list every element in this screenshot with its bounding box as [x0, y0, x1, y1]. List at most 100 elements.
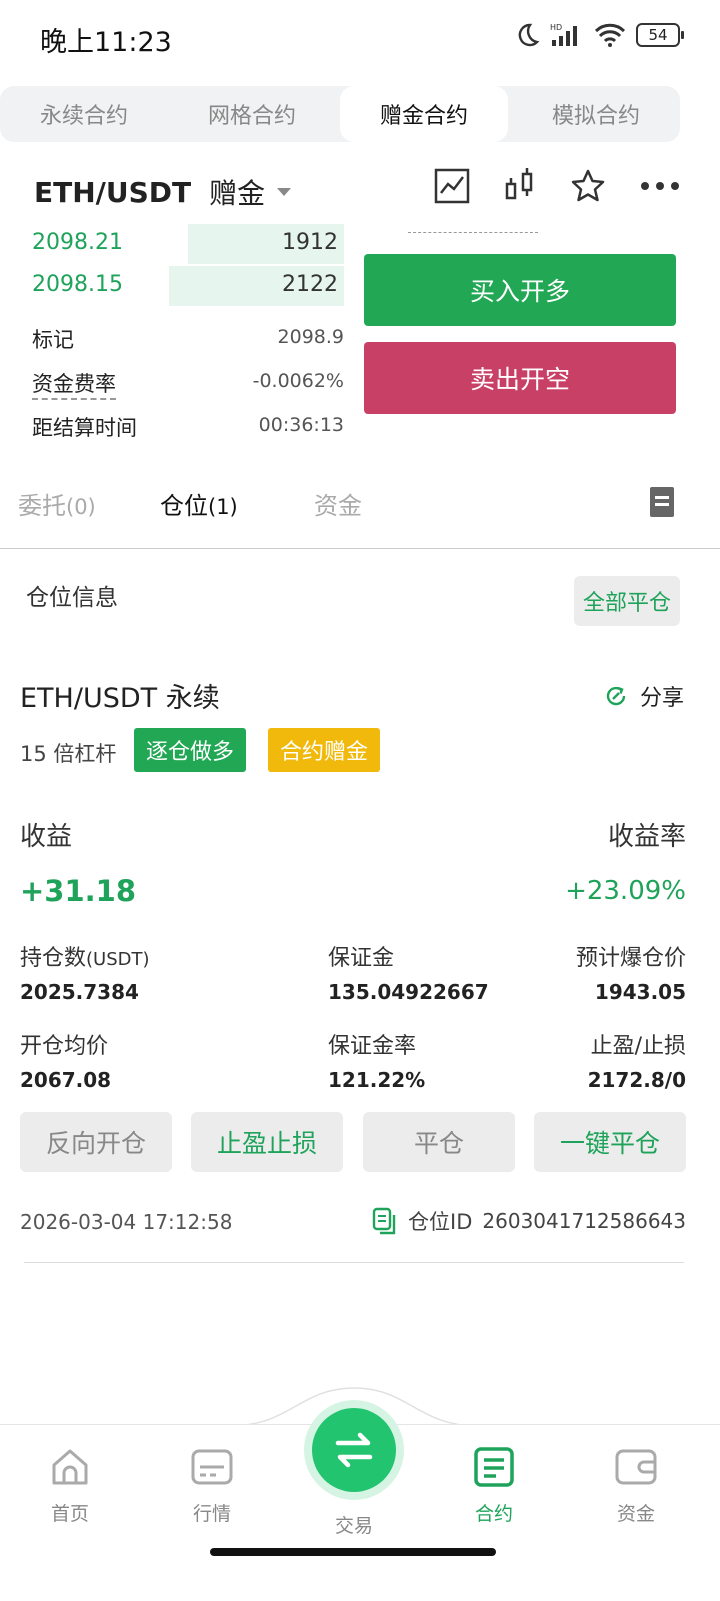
- nav-contract-label: 合约: [474, 1503, 513, 1525]
- position-symbol: ETH/USDT 永续: [20, 683, 220, 714]
- tab-demo[interactable]: 模拟合约: [512, 86, 680, 142]
- share-label: 分享: [640, 686, 685, 711]
- share-icon: [606, 686, 626, 706]
- funding-rate-row: 资金费率 -0.0062%: [32, 368, 344, 400]
- candlestick-icon[interactable]: [504, 168, 536, 204]
- tab-bonus[interactable]: 赠金合约: [340, 86, 508, 142]
- nav-market-label: 行情: [192, 1503, 231, 1525]
- chart-icon[interactable]: [434, 168, 470, 204]
- copy-icon: [372, 1207, 396, 1235]
- tab-positions-label: 仓位: [160, 492, 208, 520]
- nav-contract[interactable]: 合约: [434, 1445, 554, 1526]
- pnl-label: 收益: [20, 822, 73, 852]
- orderbook-row[interactable]: 2098.15 2122: [32, 266, 344, 306]
- tpsl-label: 止盈/止损: [590, 1034, 686, 1059]
- tab-funds[interactable]: 资金: [314, 486, 362, 521]
- more-icon[interactable]: [640, 168, 680, 204]
- margin-rate-label: 保证金率: [328, 1034, 417, 1059]
- size-unit: (USDT): [86, 949, 150, 970]
- reverse-open-button[interactable]: 反向开仓: [20, 1112, 172, 1172]
- orderbook-price: 2098.15: [32, 272, 123, 297]
- contract-icon: [474, 1447, 514, 1487]
- settle-value: 00:36:13: [258, 414, 344, 436]
- tab-positions-count: (1): [208, 495, 238, 519]
- orderbook-qty: 1912: [282, 230, 338, 255]
- header-toolbar: [434, 168, 680, 204]
- pair-badge: 赠金: [209, 177, 266, 210]
- close-position-button[interactable]: 平仓: [363, 1112, 515, 1172]
- size-label-text: 持仓数: [20, 946, 87, 971]
- position-id-label: 仓位ID: [408, 1210, 473, 1234]
- swap-icon: [335, 1432, 373, 1468]
- sell-short-button[interactable]: 卖出开空: [364, 342, 676, 414]
- roe-label: 收益率: [607, 822, 686, 852]
- signal-icon: HD: [550, 23, 577, 46]
- market-icon: [191, 1449, 233, 1485]
- funding-value: -0.0062%: [252, 370, 344, 392]
- mark-value: 2098.9: [277, 326, 344, 348]
- tab-grid[interactable]: 网格合约: [168, 86, 336, 142]
- size-label: 持仓数(USDT): [20, 940, 150, 972]
- dotted-separator: [408, 232, 538, 233]
- trade-center-button[interactable]: [312, 1408, 396, 1492]
- settle-label: 距结算时间: [32, 416, 137, 440]
- nav-market[interactable]: 行情: [152, 1445, 272, 1526]
- home-indicator: [210, 1548, 496, 1556]
- roe-value: +23.09%: [565, 876, 686, 906]
- battery-indicator: 54: [636, 23, 684, 47]
- orderbook-qty: 2122: [282, 272, 338, 297]
- pair-selector[interactable]: ETH/USDT 赠金: [34, 172, 292, 212]
- nav-home-label: 首页: [50, 1503, 89, 1525]
- mark-label: 标记: [32, 328, 74, 352]
- nav-trade-label: 交易: [334, 1515, 373, 1537]
- star-icon[interactable]: [570, 168, 606, 204]
- liq-price-label: 预计爆仓价: [575, 946, 686, 971]
- nav-assets[interactable]: 资金: [576, 1445, 696, 1526]
- tab-positions[interactable]: 仓位(1): [160, 486, 238, 521]
- margin-label: 保证金: [328, 946, 395, 971]
- margin-rate-value: 121.22%: [328, 1068, 426, 1092]
- position-id-value: 2603041712586643: [482, 1209, 686, 1233]
- tab-orders-label: 委托: [18, 492, 66, 520]
- divider: [24, 1262, 684, 1263]
- entry-value: 2067.08: [20, 1068, 112, 1092]
- pair-symbol: ETH/USDT: [34, 175, 192, 209]
- orderbook-price: 2098.21: [32, 230, 123, 255]
- nav-home[interactable]: 首页: [10, 1445, 130, 1526]
- nav-trade[interactable]: 交易: [294, 1505, 414, 1538]
- side-tag: 逐仓做多: [134, 728, 247, 772]
- wallet-icon: [615, 1449, 657, 1485]
- home-icon: [52, 1449, 88, 1485]
- svg-text:HD: HD: [550, 23, 562, 32]
- one-click-close-button[interactable]: 一键平仓: [534, 1112, 686, 1172]
- tpsl-value: 2172.8/0: [587, 1068, 686, 1092]
- moon-icon: [518, 23, 540, 47]
- tab-perpetual[interactable]: 永续合约: [0, 86, 168, 142]
- wifi-icon: [594, 23, 626, 47]
- settlement-row: 距结算时间 00:36:13: [32, 412, 344, 442]
- chevron-down-icon: [277, 188, 292, 196]
- orderbook-row[interactable]: 2098.21 1912: [32, 224, 344, 264]
- close-all-button[interactable]: 全部平仓: [574, 576, 680, 626]
- status-icons: HD 54: [514, 22, 684, 48]
- divider: [0, 548, 720, 549]
- tpsl-button[interactable]: 止盈止损: [191, 1112, 343, 1172]
- tab-orders-count: (0): [66, 495, 96, 519]
- entry-label: 开仓均价: [20, 1034, 109, 1059]
- size-value: 2025.7384: [20, 980, 139, 1004]
- funding-label[interactable]: 资金费率: [32, 368, 116, 400]
- bonus-tag: 合约赠金: [268, 728, 381, 772]
- share-button[interactable]: 分享: [604, 680, 684, 712]
- margin-value: 135.04922667: [328, 980, 489, 1004]
- buy-long-button[interactable]: 买入开多: [364, 254, 676, 326]
- contract-type-tabs: 永续合约 网格合约 赠金合约 模拟合约: [0, 86, 680, 142]
- mark-price-row: 标记 2098.9: [32, 324, 344, 354]
- document-icon[interactable]: [650, 487, 674, 517]
- position-time: 2026-03-04 17:12:58: [20, 1210, 233, 1234]
- leverage-label: 15 倍杠杆: [20, 742, 117, 766]
- nav-assets-label: 资金: [616, 1503, 655, 1525]
- position-id[interactable]: 仓位ID 2603041712586643: [372, 1206, 686, 1236]
- pnl-value: +31.18: [20, 874, 137, 908]
- tab-orders[interactable]: 委托(0): [18, 486, 96, 521]
- section-title: 仓位信息: [26, 585, 118, 611]
